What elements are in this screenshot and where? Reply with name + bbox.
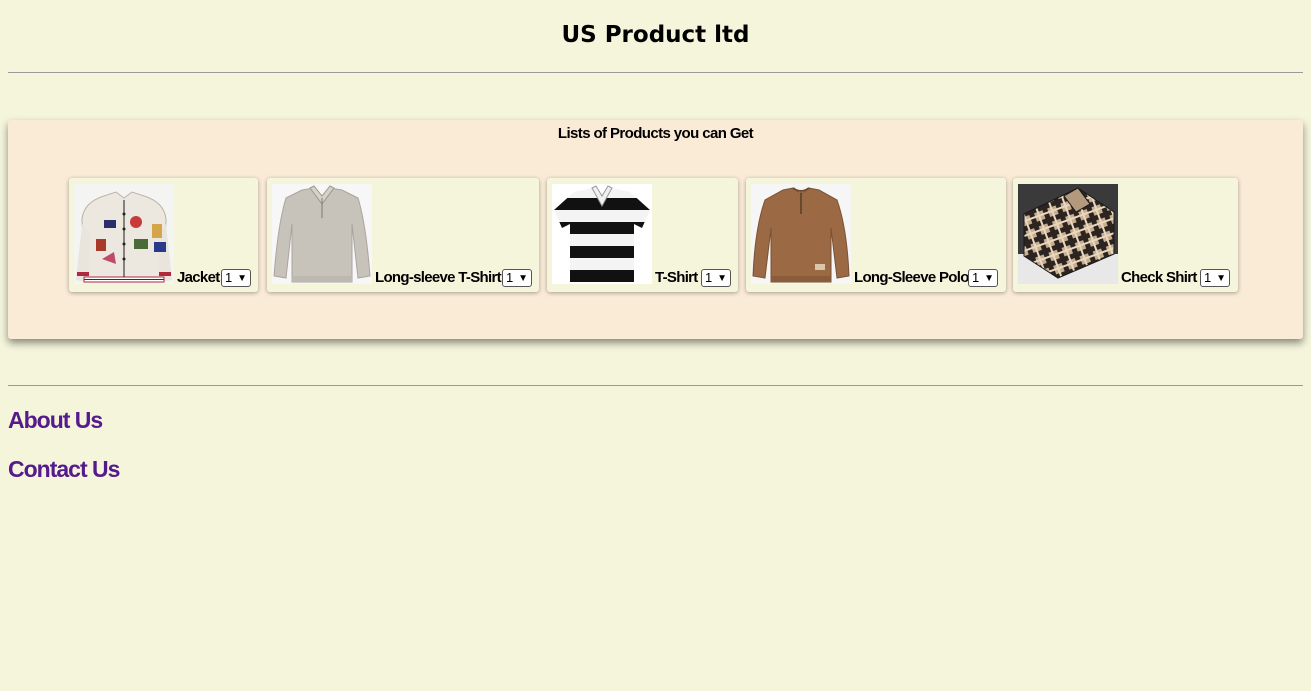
contact-us-link[interactable]: Contact Us <box>8 456 120 483</box>
products-panel: Lists of Products you can Get Jacket 1 ▼… <box>8 120 1303 339</box>
quantity-select[interactable]: 1 ▼ <box>968 269 998 287</box>
quantity-select[interactable]: 1 ▼ <box>502 269 532 287</box>
product-label: Jacket <box>177 269 220 286</box>
plaid-shirt-image <box>1018 184 1118 284</box>
product-label: Long-sleeve T-Shirt <box>375 269 502 286</box>
quantity-select[interactable]: 1 ▼ <box>221 269 251 287</box>
about-us-link[interactable]: About Us <box>8 407 103 434</box>
product-card-long-sleeve-polo: Long-Sleeve Polo 1 ▼ <box>746 178 1006 292</box>
header-divider <box>8 72 1303 73</box>
footer-divider <box>8 385 1303 386</box>
chevron-down-icon: ▼ <box>237 273 247 284</box>
product-card-check-shirt: Check Shirt 1 ▼ <box>1013 178 1238 292</box>
product-card-long-sleeve-t-shirt: Long-sleeve T-Shirt 1 ▼ <box>267 178 539 292</box>
quantity-select[interactable]: 1 ▼ <box>701 269 731 287</box>
striped-polo-image <box>552 184 652 284</box>
product-label: T-Shirt <box>655 269 698 286</box>
product-label: Long-Sleeve Polo <box>854 269 969 286</box>
page: US Product ltd Lists of Products you can… <box>0 0 1311 691</box>
varsity-jacket-image <box>74 184 174 284</box>
chevron-down-icon: ▼ <box>518 273 528 284</box>
site-title: US Product ltd <box>561 22 750 48</box>
product-card-t-shirt: T-Shirt 1 ▼ <box>547 178 738 292</box>
product-card-jacket: Jacket 1 ▼ <box>69 178 258 292</box>
chevron-down-icon: ▼ <box>1216 273 1226 284</box>
product-label: Check Shirt <box>1121 269 1197 286</box>
chevron-down-icon: ▼ <box>984 273 994 284</box>
quantity-select[interactable]: 1 ▼ <box>1200 269 1230 287</box>
chevron-down-icon: ▼ <box>717 273 727 284</box>
grey-sweater-image <box>272 184 372 284</box>
brown-polo-image <box>751 184 851 284</box>
products-panel-title: Lists of Products you can Get <box>557 125 754 142</box>
